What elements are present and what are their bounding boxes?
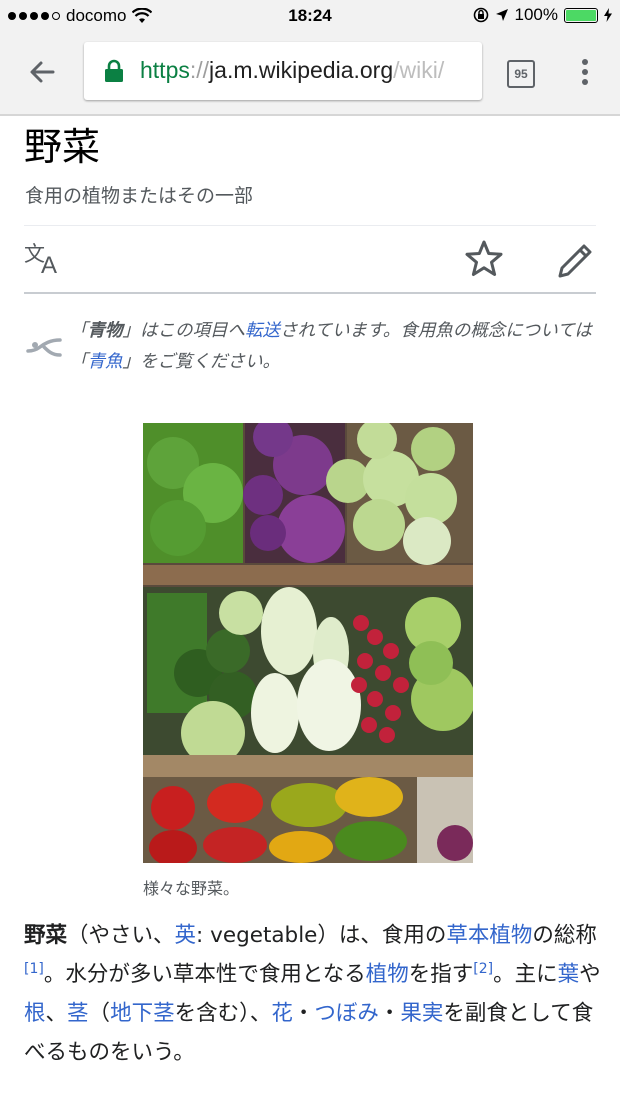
text-segment: ・ (292, 1001, 315, 1026)
plant-link[interactable]: 植物 (366, 962, 409, 987)
page-actions: 文 A (24, 240, 596, 280)
root-link[interactable]: 根 (24, 1001, 46, 1026)
reference-2-link[interactable]: [2] (473, 961, 493, 977)
hatnote-quote: 「 (70, 352, 88, 372)
url-path: /wiki/ (393, 57, 445, 83)
url-scheme: https (140, 57, 190, 83)
text-segment: （ (88, 1001, 111, 1026)
battery-percent: 100% (514, 5, 558, 24)
hatnote-text-segment: されています。食用魚の概念については (280, 321, 592, 341)
hatnote-quote: 「 (70, 321, 88, 341)
location-icon (495, 9, 508, 21)
rotation-lock-icon (473, 7, 488, 23)
tab-count: 95 (514, 67, 528, 81)
hatnote-text-segment: をご覧ください。 (140, 352, 280, 372)
text-segment: 。水分が多い草本性で食用となる (43, 962, 366, 987)
divider (24, 225, 596, 226)
status-right: 100% (473, 5, 612, 25)
svg-text:A: A (41, 252, 57, 276)
vegetables-image[interactable] (143, 423, 473, 863)
page-title: 野菜 (24, 125, 101, 169)
article-lead-paragraph: 野菜（やさい、英: vegetable）は、食用の草本植物の総称 [1]。水分が多… (24, 916, 604, 1072)
url-host: ja.m.wikipedia.org (209, 57, 394, 83)
back-arrow-icon[interactable] (26, 56, 58, 88)
edit-icon[interactable] (556, 240, 596, 278)
divider (24, 292, 596, 294)
text-segment: 、 (45, 1001, 68, 1026)
text-segment: の総称 (532, 923, 597, 948)
text-segment: や (579, 962, 601, 987)
hatnote-term: 青物 (87, 321, 123, 341)
address-bar[interactable]: https://ja.m.wikipedia.org/wiki/ (84, 42, 482, 100)
redirect-link[interactable]: 転送 (245, 321, 280, 341)
language-icon[interactable]: 文 A (24, 240, 66, 276)
rhizome-link[interactable]: 地下茎 (110, 1001, 175, 1026)
leaf-link[interactable]: 葉 (558, 962, 580, 987)
battery-icon (564, 7, 598, 23)
flower-link[interactable]: 花 (271, 1001, 293, 1026)
tabs-icon[interactable]: 95 (507, 60, 535, 88)
bud-link[interactable]: つぼみ (314, 1001, 379, 1026)
text-segment: （やさい、 (67, 923, 175, 948)
lock-icon (105, 59, 123, 82)
fruit-link[interactable]: 果実 (400, 1001, 443, 1026)
text-segment: を指す (408, 962, 474, 987)
url-separator: :// (189, 57, 210, 83)
url-text[interactable]: https://ja.m.wikipedia.org/wiki/ (140, 57, 444, 84)
star-icon[interactable] (464, 240, 504, 278)
status-bar: docomo 18:24 100% (0, 0, 620, 32)
hatnote-quote: 」 (122, 352, 141, 372)
browser-toolbar: https://ja.m.wikipedia.org/wiki/ 95 (0, 32, 620, 116)
aozakana-link[interactable]: 青魚 (88, 352, 123, 372)
hatnote-text: 「青物」はこの項目へ転送されています。食用魚の概念については「青魚」をご覧くださ… (70, 316, 600, 378)
redirect-icon (26, 338, 62, 357)
charging-icon (604, 8, 612, 22)
text-segment: : vegetable）は、食用の (196, 923, 447, 948)
stem-link[interactable]: 茎 (67, 1001, 89, 1026)
english-link[interactable]: 英 (175, 923, 197, 948)
menu-icon[interactable] (580, 58, 590, 86)
text-segment: 。主に (493, 962, 558, 987)
herbaceous-plant-link[interactable]: 草本植物 (446, 923, 532, 948)
text-segment: ・ (378, 1001, 401, 1026)
vegetables-photo (143, 423, 473, 863)
hatnote-text-segment: はこの項目へ (140, 321, 245, 341)
page-subtitle: 食用の植物またはその一部 (25, 185, 254, 207)
reference-1-link[interactable]: [1] (24, 961, 44, 977)
figure-caption: 様々な野菜。 (143, 879, 240, 898)
hatnote-quote: 」 (122, 321, 141, 341)
bold-term: 野菜 (24, 923, 68, 948)
text-segment: を含む）、 (174, 1001, 272, 1026)
